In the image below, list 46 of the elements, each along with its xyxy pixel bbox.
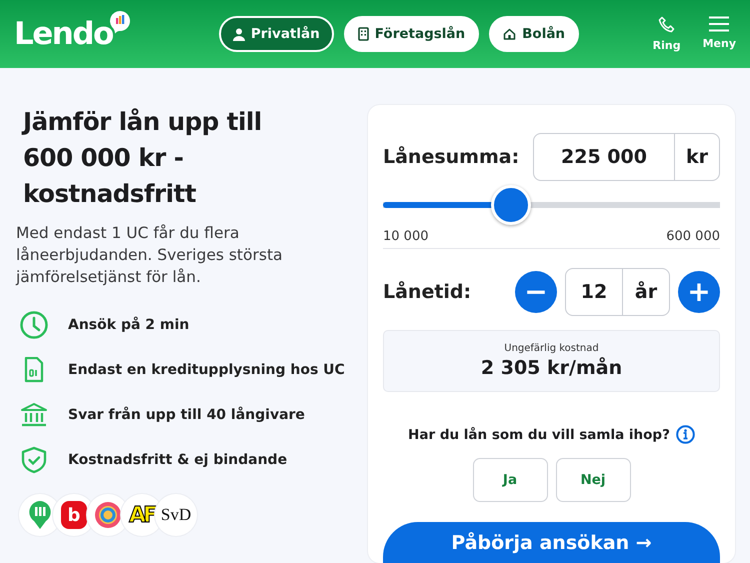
cost-value: 2 305 kr/mån	[480, 357, 622, 379]
benefit-text: Ansök på 2 min	[68, 316, 190, 332]
partner-logo: b	[61, 501, 87, 529]
minus-button[interactable]: −	[515, 271, 557, 313]
answer-button[interactable]: Ja	[472, 458, 548, 502]
term-label: Lånetid:	[383, 281, 472, 303]
nav-tab[interactable]: Privatlån	[218, 16, 334, 52]
clock-icon	[20, 310, 48, 338]
shield-icon	[21, 446, 47, 474]
amount-label: Lånesumma:	[383, 146, 520, 168]
person-icon	[232, 28, 245, 40]
plus-button[interactable]: +	[678, 271, 720, 313]
hero-description: Med endast 1 UC får du flera låneerbjudanden. Sveriges största jämförelsetjänst för lån.	[16, 223, 284, 288]
bank-icon	[20, 402, 48, 428]
slider-thumb[interactable]	[491, 185, 532, 225]
max-label: 600 000	[666, 229, 720, 244]
cost-label: Ungefärlig kostnad	[504, 343, 599, 354]
menu-icon	[708, 16, 730, 32]
benefit-text: Kostnadsfritt & ej bindande	[68, 452, 288, 468]
partner-logo	[94, 501, 122, 529]
unit-label: år	[622, 269, 669, 315]
call-label[interactable]: Ring	[652, 39, 681, 52]
term-field[interactable]: 12 år	[565, 268, 670, 316]
menu-label[interactable]: Meny	[702, 37, 736, 50]
partner-logo	[28, 500, 52, 530]
benefit-text: Svar från upp till 40 långivare	[68, 406, 305, 422]
nav-tab[interactable]: Bolån	[489, 16, 580, 52]
document-icon	[24, 356, 44, 382]
start-application-button[interactable]: Påbörja ansökan →	[383, 522, 720, 563]
question-text: Har du lån som du vill samla ihop?	[408, 426, 670, 442]
unit-label: kr	[674, 134, 719, 180]
logo[interactable]: Lendo	[14, 16, 113, 52]
nav-tab[interactable]: Företagslån	[344, 16, 480, 52]
partner-logo: AF	[128, 502, 156, 528]
phone-icon	[658, 16, 676, 34]
info-icon[interactable]	[676, 425, 695, 444]
building-icon	[358, 27, 369, 41]
house-icon	[503, 28, 516, 40]
partner-logo: SvD	[160, 505, 192, 525]
hero-title: Jämför lån upp till 600 000 kr - kostnadsfritt	[23, 106, 263, 210]
amount-field[interactable]: 225 000 kr	[533, 133, 720, 181]
answer-button[interactable]: Nej	[556, 458, 630, 502]
min-label: 10 000	[383, 229, 428, 244]
amount-value: 225 000	[560, 145, 648, 170]
term-value: 12	[580, 280, 608, 305]
benefit-text: Endast en kreditupplysning hos UC	[68, 362, 345, 378]
